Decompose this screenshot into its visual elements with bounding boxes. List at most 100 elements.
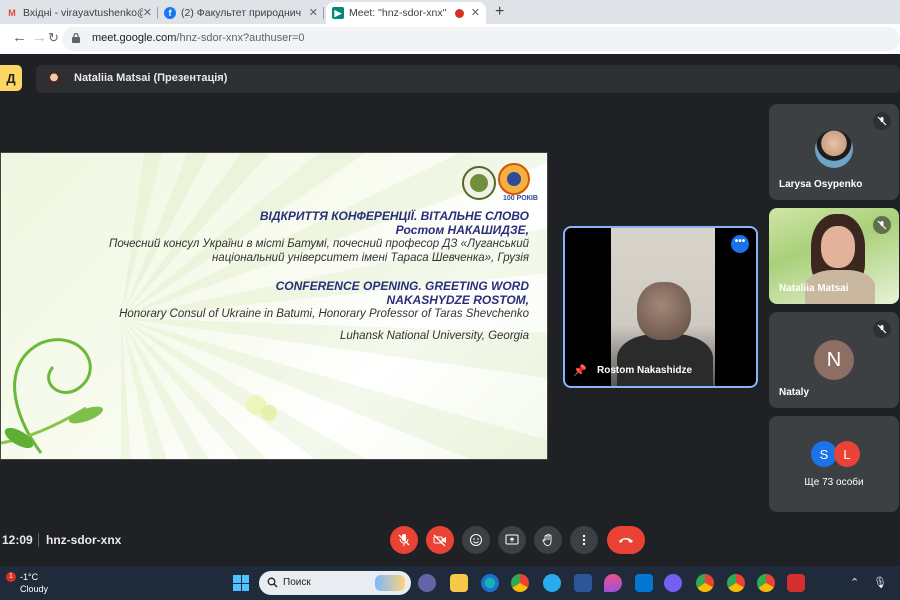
avatar: N: [814, 340, 854, 380]
mic-off-icon: [873, 320, 891, 338]
chrome-profile-icon[interactable]: [757, 574, 775, 592]
taskbar-search[interactable]: Поиск: [259, 571, 411, 595]
meet-top-bar: Д Nataliia Matsai (Презентація): [0, 62, 900, 96]
close-tab-icon[interactable]: ✕: [143, 6, 152, 19]
new-tab-button[interactable]: +: [495, 3, 504, 21]
lock-icon: [72, 33, 80, 43]
browser-tab-strip: M Вхідні - virayavtushenko@gmail ✕ f (2)…: [0, 0, 900, 24]
tab-label: Вхідні - virayavtushenko@gmail: [23, 7, 143, 19]
search-placeholder: Поиск: [283, 577, 311, 588]
meeting-time: 12:09: [2, 533, 33, 547]
emoji-icon: [470, 534, 482, 546]
slide-desc-en-1: Honorary Consul of Ukraine in Batumi, Ho…: [119, 308, 529, 320]
microphone-tray-icon[interactable]: 🎙: [873, 576, 887, 589]
chrome-profile-icon[interactable]: [727, 574, 745, 592]
anniversary-badge: 100 РОКІВ: [503, 195, 538, 202]
presenter-name: Nataliia Matsai (Презентація): [74, 72, 228, 84]
more-participants-label: Ще 73 особи: [804, 477, 864, 488]
pin-icon[interactable]: 📌: [573, 364, 587, 377]
tab-meet[interactable]: ▶ Meet: "hnz-sdor-xnx" ✕: [326, 2, 486, 24]
participant-tile-nataliia[interactable]: Nataliia Matsai: [769, 208, 899, 304]
slide-desc-ua-2: національний університет імені Тараса Ше…: [211, 252, 529, 264]
slide-name-ua: Ростом НАКАШИДЗЕ,: [395, 223, 529, 237]
participant-name: Nataly: [779, 387, 810, 398]
reload-icon[interactable]: ↻: [48, 30, 59, 46]
weather-condition[interactable]: Cloudy: [20, 584, 48, 594]
telegram-icon[interactable]: [543, 574, 561, 592]
participant-tile-larysa[interactable]: Larysa Osypenko: [769, 104, 899, 200]
avatar: [46, 71, 62, 87]
presentation-slide: 100 РОКІВ ВІДКРИТТЯ КОНФЕРЕНЦІЇ. ВІТАЛЬН…: [0, 152, 548, 460]
mic-toggle-button[interactable]: [390, 526, 418, 554]
leave-call-button[interactable]: [607, 526, 645, 554]
hand-icon: [542, 534, 552, 546]
slide-desc-ua-1: Почесний консул України в місті Батумі, …: [108, 238, 529, 250]
slide-title-en: CONFERENCE OPENING. GREETING WORD: [275, 279, 529, 293]
facebook-icon: f: [164, 7, 176, 19]
hang-up-icon: [619, 538, 633, 543]
close-tab-icon[interactable]: ✕: [309, 6, 318, 19]
chrome-profile-icon[interactable]: [696, 574, 714, 592]
participant-name: Nataliia Matsai: [779, 283, 849, 294]
tab-label: Meet: "hnz-sdor-xnx": [349, 7, 447, 19]
participant-name: Larysa Osypenko: [779, 179, 863, 190]
address-bar[interactable]: meet.google.com/hnz-sdor-xnx?authuser=0: [62, 27, 900, 51]
more-options-button[interactable]: •••: [731, 235, 749, 253]
url-text: meet.google.com/hnz-sdor-xnx?authuser=0: [92, 32, 305, 44]
windows-start-icon[interactable]: [233, 575, 249, 591]
browser-toolbar: ← → ↻ meet.google.com/hnz-sdor-xnx?authu…: [0, 24, 900, 54]
raise-hand-button[interactable]: [534, 526, 562, 554]
more-options-button[interactable]: [570, 526, 598, 554]
url-domain: meet.google.com: [92, 32, 177, 44]
search-icon: [267, 577, 278, 588]
mic-off-icon: [398, 534, 410, 546]
participant-tile-nataly[interactable]: N Nataly: [769, 312, 899, 408]
slide-title-ua: ВІДКРИТТЯ КОНФЕРЕНЦІЇ. ВІТАЛЬНЕ СЛОВО: [259, 209, 529, 223]
reactions-button[interactable]: [462, 526, 490, 554]
gmail-icon: M: [8, 8, 16, 18]
slide-desc-en-2: Luhansk National University, Georgia: [340, 330, 529, 342]
word-icon[interactable]: [574, 574, 592, 592]
os-taskbar: 1 -1°C Cloudy Поиск ⌃ 🎙: [0, 566, 900, 600]
presentation-indicator-icon[interactable]: Д: [0, 65, 22, 91]
presenter-banner[interactable]: Nataliia Matsai (Презентація): [36, 65, 900, 93]
tray-expand-icon[interactable]: ⌃: [850, 576, 859, 589]
mic-off-icon: [873, 112, 891, 130]
teams-chat-icon[interactable]: [418, 574, 436, 592]
notification-badge: 1: [6, 572, 16, 582]
tab-facebook[interactable]: f (2) Факультет природничих наук ✕: [158, 2, 324, 24]
paint-icon[interactable]: [604, 574, 622, 592]
speaker-tile[interactable]: ••• 📌 Rostom Nakashidze: [563, 226, 758, 388]
present-screen-button[interactable]: [498, 526, 526, 554]
photos-icon[interactable]: [635, 574, 653, 592]
back-arrow-icon[interactable]: ←: [12, 30, 27, 46]
tab-gmail[interactable]: M Вхідні - virayavtushenko@gmail ✕: [0, 2, 158, 24]
url-path: /hnz-sdor-xnx?authuser=0: [176, 32, 305, 44]
meet-control-bar: 12:09 hnz-sdor-xnx: [0, 520, 900, 560]
weather-temperature[interactable]: -1°C: [20, 572, 38, 582]
more-vert-icon: [582, 534, 586, 546]
participant-photo: [815, 130, 853, 168]
more-participants-tile[interactable]: S L Ще 73 особи: [769, 416, 899, 512]
recording-icon: [455, 9, 464, 18]
speaker-video: [611, 228, 715, 386]
chrome-icon[interactable]: [511, 574, 529, 592]
participant-name: Rostom Nakashidze: [597, 365, 693, 376]
university-logos: 100 РОКІВ: [459, 161, 539, 205]
present-icon: [505, 534, 519, 545]
slide-name-en: NAKASHYDZE ROSTOM,: [386, 293, 529, 307]
viber-icon[interactable]: [664, 574, 682, 592]
meet-icon: ▶: [332, 7, 344, 19]
meeting-code: hnz-sdor-xnx: [46, 533, 122, 547]
camera-toggle-button[interactable]: [426, 526, 454, 554]
close-tab-icon[interactable]: ✕: [471, 6, 480, 19]
camera-off-icon: [433, 534, 446, 547]
mic-off-icon: [873, 216, 891, 234]
pdf-reader-icon[interactable]: [787, 574, 805, 592]
search-highlight-icon: [375, 575, 405, 591]
file-explorer-icon[interactable]: [450, 574, 468, 592]
tab-label: (2) Факультет природничих наук: [181, 7, 301, 19]
avatar: L: [834, 441, 860, 467]
edge-icon[interactable]: [481, 574, 499, 592]
forward-arrow-icon[interactable]: →: [32, 30, 47, 46]
